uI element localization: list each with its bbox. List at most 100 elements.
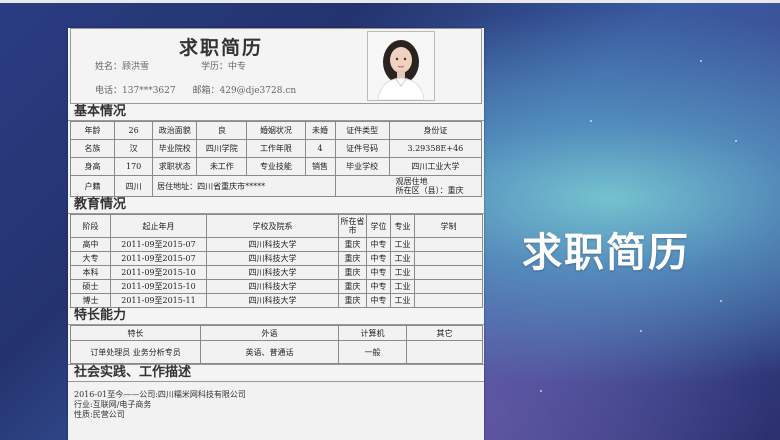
cell: 毕业院校 [152, 139, 198, 158]
cell: 重庆 [338, 293, 367, 308]
cell: 2011-09至2015-10 [110, 265, 207, 280]
cell: 工业 [390, 279, 415, 294]
cell: 销售 [304, 157, 336, 176]
cell: 工业 [390, 265, 415, 280]
work-line: 性质:民营公司 [74, 410, 125, 419]
section-work: 社会实践、工作描述 [68, 364, 484, 382]
cell: 专业技能 [246, 157, 306, 176]
cell: 订单处理员 业务分析专员 [70, 340, 201, 364]
table-row: 户籍 四川 居住地址：四川省重庆市***** 观居住地 所在区（县）：重庆 [69, 175, 483, 197]
cell: 四川学院 [196, 139, 248, 158]
star [735, 140, 737, 142]
cell [406, 340, 483, 364]
header-cell: 专业 [390, 214, 415, 238]
table-row: 本科 2011-09至2015-10 四川科技大学 重庆 中专 工业 [70, 265, 483, 280]
cell: 未婚 [304, 121, 336, 140]
header-cell: 阶段 [70, 214, 111, 238]
cell: 170 [114, 157, 154, 176]
cell: 中专 [366, 293, 391, 308]
table-header-row: 特长 外语 计算机 其它 [70, 325, 483, 341]
cell: 重庆 [338, 265, 367, 280]
cell: 2011-09至2015-10 [110, 279, 207, 294]
cell: 四川工业大学 [388, 157, 483, 176]
header-cell: 学位 [366, 214, 391, 238]
cell: 四川 [114, 175, 154, 197]
header-cell: 特长 [70, 325, 201, 341]
cell: 户籍 [69, 175, 116, 197]
table-row: 博士 2011-09至2015-11 四川科技大学 重庆 中专 工业 [70, 293, 483, 308]
cell: 工业 [390, 237, 415, 252]
cell: 汉 [114, 139, 154, 158]
cell-residence: 观居住地 所在区（县）：重庆 [334, 175, 483, 197]
cell: 四川科技大学 [206, 237, 339, 252]
email-value: 429@dje3728.cn [219, 86, 297, 96]
table-row: 身高 170 求职状态 未工作 专业技能 销售 毕业学校 四川工业大学 [69, 157, 483, 176]
cell: 重庆 [338, 251, 367, 266]
cell: 一般 [338, 340, 407, 364]
resume-sheet: 求职简历 姓名：顾洪雪 学历：中专 电话：137***3627 邮箱：429@d… [68, 28, 484, 440]
cell: 工业 [390, 251, 415, 266]
residence-value: 所在区（县）：重庆 [395, 186, 464, 195]
header-cell: 其它 [406, 325, 483, 341]
header-cell: 计算机 [338, 325, 407, 341]
edu-value: 中专 [228, 62, 247, 72]
cell [414, 237, 483, 252]
cell: 良 [196, 121, 248, 140]
phone-value: 137***3627 [122, 86, 176, 96]
cell: 中专 [366, 279, 391, 294]
header-cell: 学校及院系 [206, 214, 339, 238]
resume-header: 求职简历 姓名：顾洪雪 学历：中专 电话：137***3627 邮箱：429@d… [70, 28, 482, 104]
cell: 英语、普通话 [200, 340, 339, 364]
table-header-row: 阶段 起止年月 学校及院系 所在省市 学位 专业 学制 [70, 214, 483, 238]
cell: 2011-09至2015-11 [110, 293, 207, 308]
cell: 年龄 [69, 121, 116, 140]
cell: 证件类型 [334, 121, 390, 140]
name-row: 姓名：顾洪雪 学历：中专 [95, 59, 246, 72]
star [700, 60, 702, 62]
star [720, 300, 722, 302]
cell [414, 265, 483, 280]
cell: 硕士 [70, 279, 111, 294]
basic-info-table: 年龄 26 政治面貌良婚姻状况 未婚 证件类型 身份证 名族汉毕业院校 四川学院 工作年限 4 证… [69, 121, 483, 197]
cell: 高中 [70, 237, 111, 252]
cell: 本科 [70, 265, 111, 280]
cell: 四川科技大学 [206, 293, 339, 308]
section-basic: 基本情况 [68, 104, 484, 121]
cell-address: 居住地址：四川省重庆市***** [152, 175, 336, 197]
cell: 4 [304, 139, 336, 158]
table-row: 高中 2011-09至2015-07 四川科技大学 重庆 中专 工业 [70, 237, 483, 252]
table-row: 大专 2011-09至2015-07 四川科技大学 重庆 中专 工业 [70, 251, 483, 266]
section-education: 教育情况 [68, 197, 484, 214]
cell: 3.29358E+46 [388, 139, 483, 158]
cell: 重庆 [338, 279, 367, 294]
cell: 工业 [390, 293, 415, 308]
cell: 名族 [69, 139, 116, 158]
cell: 中专 [366, 237, 391, 252]
residence-label: 观居住地 [395, 177, 428, 186]
email-label: 邮箱： [192, 86, 220, 96]
contact-row: 电话：137***3627 邮箱：429@dje3728.cn [95, 83, 296, 96]
cell: 中专 [366, 251, 391, 266]
table-row: 年龄 26 政治面貌良婚姻状况 未婚 证件类型 身份证 [69, 121, 483, 140]
header-cell: 所在省市 [338, 214, 367, 238]
profile-photo [367, 31, 435, 101]
slide-title: 求职简历 [522, 230, 690, 276]
work-line: 行业:互联网/电子商务 [74, 400, 152, 409]
name-value: 顾洪雪 [122, 62, 150, 72]
cell: 政治面貌 [152, 121, 198, 140]
table-row: 订单处理员 业务分析专员 英语、普通话 一般 [70, 340, 483, 364]
cell: 四川科技大学 [206, 279, 339, 294]
resume-title: 求职简历 [179, 37, 264, 59]
top-strip [0, 0, 780, 3]
name-label: 姓名： [95, 62, 123, 72]
edu-label: 学历： [201, 62, 229, 72]
cell: 重庆 [338, 237, 367, 252]
person-photo-icon [368, 32, 434, 100]
header-cell: 学制 [414, 214, 483, 238]
cell: 四川科技大学 [206, 251, 339, 266]
section-skills: 特长能力 [68, 308, 484, 325]
star [540, 390, 542, 392]
education-table: 阶段 起止年月 学校及院系 所在省市 学位 专业 学制 高中 2011-09至2015-07 四… [70, 214, 483, 308]
cell: 2011-09至2015-07 [110, 251, 207, 266]
star [590, 120, 592, 122]
